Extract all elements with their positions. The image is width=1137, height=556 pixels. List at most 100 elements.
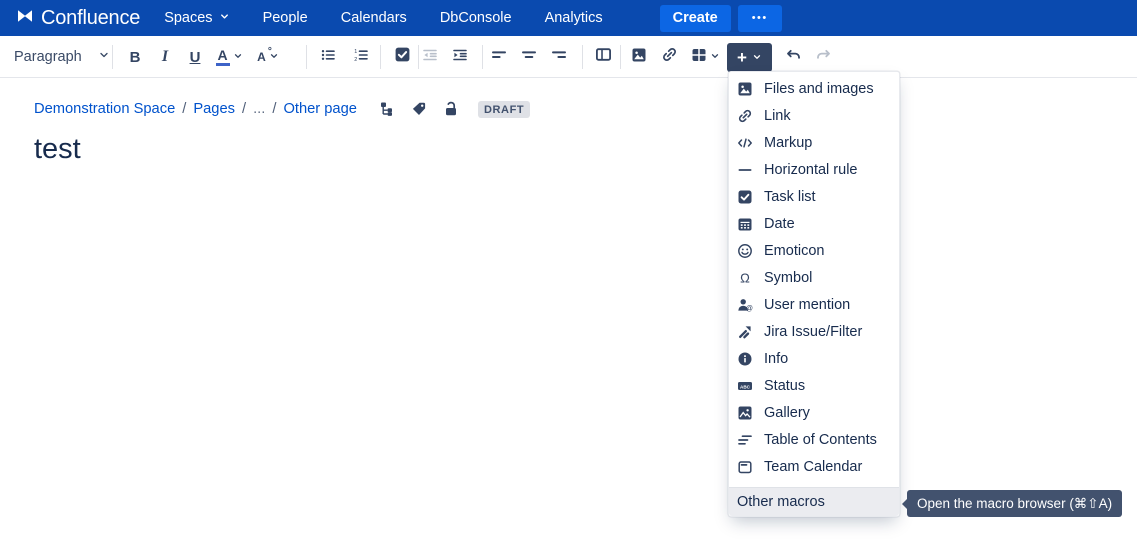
- nav-item-people[interactable]: People: [263, 10, 308, 26]
- insert-image-button[interactable]: [624, 41, 654, 73]
- history-group: [778, 41, 838, 73]
- menu-item-user-mention[interactable]: @ User mention: [729, 291, 899, 318]
- nav-item-calendars[interactable]: Calendars: [341, 10, 407, 26]
- breadcrumb-space-link[interactable]: Demonstration Space: [34, 101, 175, 117]
- breadcrumb-current-page-link[interactable]: Other page: [283, 101, 357, 117]
- menu-item-date[interactable]: Date: [729, 210, 899, 237]
- numbered-list-icon: 12: [353, 47, 369, 68]
- svg-text:ABC: ABC: [740, 384, 751, 389]
- insert-group: [624, 41, 726, 73]
- menu-item-gallery[interactable]: Gallery: [729, 399, 899, 426]
- menu-item-link[interactable]: Link: [729, 102, 899, 129]
- task-list-button[interactable]: [386, 41, 418, 73]
- breadcrumb-separator: /: [272, 101, 276, 117]
- menu-item-team-calendar[interactable]: Team Calendar: [729, 453, 899, 480]
- page-tree-location-button[interactable]: [378, 100, 396, 118]
- menu-item-markup[interactable]: Markup: [729, 129, 899, 156]
- nav-item-label: Spaces: [164, 10, 212, 26]
- bullet-list-button[interactable]: [311, 41, 344, 73]
- menu-item-emoticon[interactable]: Emoticon: [729, 237, 899, 264]
- list-group: 12: [311, 41, 377, 73]
- toolbar-divider: [380, 45, 381, 69]
- page-meta-icons: [378, 100, 460, 118]
- task-list-icon: [394, 46, 411, 68]
- bold-button[interactable]: B: [120, 41, 150, 73]
- table-of-contents-icon: [737, 432, 753, 448]
- layout-group: [588, 41, 618, 73]
- toolbar-divider: [482, 45, 483, 69]
- bold-icon: B: [130, 49, 141, 66]
- align-group: [484, 41, 574, 73]
- status-icon: ABC: [737, 378, 753, 394]
- menu-item-label: User mention: [764, 297, 850, 313]
- markup-icon: [737, 135, 753, 151]
- image-icon: [737, 81, 753, 97]
- outdent-button[interactable]: [415, 41, 445, 73]
- breadcrumb: Demonstration Space / Pages / ... / Othe…: [34, 99, 530, 119]
- italic-button[interactable]: I: [150, 41, 180, 73]
- restrictions-button[interactable]: [442, 100, 460, 118]
- nav-item-label: Calendars: [341, 10, 407, 26]
- jira-icon: [737, 324, 753, 340]
- indent-button[interactable]: [445, 41, 475, 73]
- align-left-button[interactable]: [484, 41, 514, 73]
- menu-item-files-and-images[interactable]: Files and images: [729, 75, 899, 102]
- text-color-button[interactable]: A: [210, 41, 248, 73]
- svg-text:@: @: [746, 305, 753, 312]
- menu-item-jira-issue-filter[interactable]: Jira Issue/Filter: [729, 318, 899, 345]
- underline-button[interactable]: U: [180, 41, 210, 73]
- menu-item-task-list[interactable]: Task list: [729, 183, 899, 210]
- table-icon: [691, 47, 707, 68]
- create-button[interactable]: Create: [660, 5, 731, 32]
- undo-button[interactable]: [778, 41, 808, 73]
- align-right-button[interactable]: [544, 41, 574, 73]
- text-color-icon: A: [216, 48, 230, 66]
- breadcrumb-pages-link[interactable]: Pages: [193, 101, 235, 117]
- nav-item-spaces[interactable]: Spaces: [164, 10, 229, 26]
- chevron-down-icon: [233, 48, 243, 66]
- insert-table-button[interactable]: [684, 41, 726, 73]
- emoticon-icon: [737, 243, 753, 259]
- insert-dropdown-menu: Files and images Link Markup Horizontal …: [728, 71, 900, 517]
- menu-item-symbol[interactable]: Ω Symbol: [729, 264, 899, 291]
- menu-item-label: Symbol: [764, 270, 812, 286]
- confluence-editor-window: Confluence Spaces People Calendars DbCon…: [0, 0, 1137, 556]
- menu-item-horizontal-rule[interactable]: Horizontal rule: [729, 156, 899, 183]
- menu-item-info[interactable]: Info: [729, 345, 899, 372]
- page-title[interactable]: test: [34, 131, 81, 167]
- unlock-icon: [443, 101, 459, 117]
- menu-item-label: Emoticon: [764, 243, 824, 259]
- insert-more-button[interactable]: +: [727, 43, 772, 72]
- numbered-list-button[interactable]: 12: [344, 41, 377, 73]
- omega-icon: Ω: [737, 270, 753, 286]
- paragraph-style-select[interactable]: Paragraph: [12, 45, 112, 69]
- align-center-button[interactable]: [514, 41, 544, 73]
- calendar-icon: [737, 216, 753, 232]
- redo-icon: [815, 46, 832, 68]
- chevron-down-icon: [219, 10, 230, 26]
- menu-item-status[interactable]: ABC Status: [729, 372, 899, 399]
- paragraph-style-label: Paragraph: [14, 49, 82, 65]
- redo-button[interactable]: [808, 41, 838, 73]
- nav-item-analytics[interactable]: Analytics: [545, 10, 603, 26]
- menu-item-label: Team Calendar: [764, 459, 862, 475]
- confluence-logo[interactable]: Confluence: [16, 7, 140, 30]
- nav-item-dbconsole[interactable]: DbConsole: [440, 10, 512, 26]
- breadcrumb-separator: /: [182, 101, 186, 117]
- confluence-logo-icon: [16, 8, 34, 29]
- menu-item-other-macros[interactable]: Other macros: [729, 487, 899, 516]
- labels-button[interactable]: [410, 100, 428, 118]
- insert-link-button[interactable]: [654, 41, 684, 73]
- menu-item-table-of-contents[interactable]: Table of Contents: [729, 426, 899, 453]
- page-layout-button[interactable]: [588, 41, 618, 73]
- editor-toolbar: Paragraph B I U A A: [0, 36, 1137, 78]
- toolbar-divider: [306, 45, 307, 69]
- indent-group: [415, 41, 475, 73]
- breadcrumb-ellipsis[interactable]: ...: [253, 101, 265, 117]
- nav-more-button[interactable]: •••: [738, 5, 782, 32]
- menu-item-label: Table of Contents: [764, 432, 877, 448]
- more-formatting-button[interactable]: A: [248, 41, 288, 73]
- horizontal-rule-icon: [737, 162, 753, 178]
- svg-text:Ω: Ω: [740, 270, 750, 285]
- page-layout-icon: [595, 46, 612, 68]
